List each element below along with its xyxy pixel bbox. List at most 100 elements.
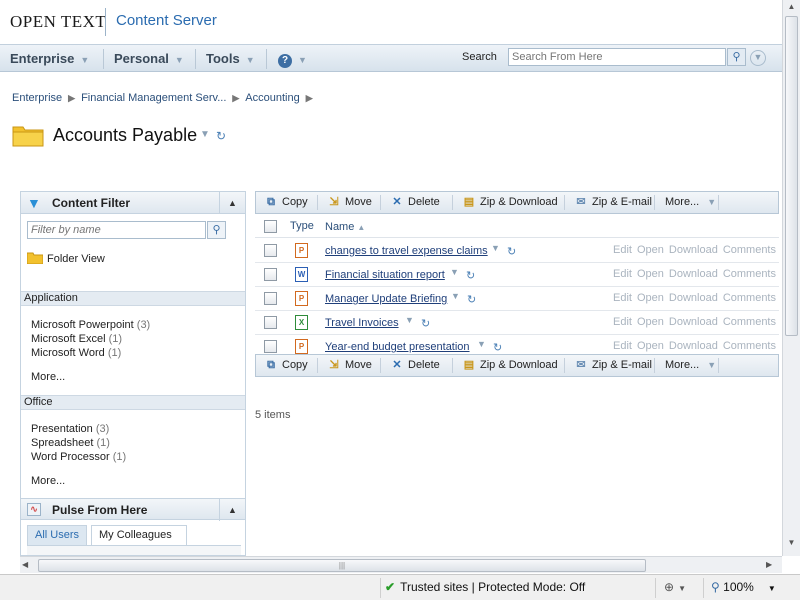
chevron-down-icon[interactable]: ▼: [200, 129, 210, 140]
facet-header-application[interactable]: Application: [21, 291, 245, 306]
select-all-checkbox[interactable]: [264, 220, 277, 233]
horizontal-scrollbar[interactable]: ◀ ||| ▶: [20, 556, 782, 573]
copy-button[interactable]: ⧉ Copy: [259, 355, 312, 376]
collapse-button[interactable]: ▲: [219, 499, 245, 521]
comments-action[interactable]: Comments: [723, 316, 776, 328]
table-row[interactable]: W Financial situation report ▼ ↻ Edit Open Dow…: [255, 263, 779, 287]
scroll-thumb[interactable]: [785, 16, 798, 336]
refresh-icon[interactable]: ↻: [466, 269, 475, 282]
more-menu-button[interactable]: More... ▼: [661, 192, 720, 213]
edit-action[interactable]: Edit: [613, 268, 632, 280]
more-menu-button[interactable]: More... ▼: [661, 355, 720, 376]
document-name-link[interactable]: Year-end budget presentation: [325, 341, 470, 353]
chevron-down-icon[interactable]: ▼: [405, 315, 414, 325]
comments-action[interactable]: Comments: [723, 340, 776, 352]
scroll-right-icon[interactable]: ▶: [766, 560, 772, 569]
comments-action[interactable]: Comments: [723, 244, 776, 256]
tab-my-colleagues[interactable]: My Colleagues: [91, 525, 187, 545]
vertical-scrollbar[interactable]: ▲ ▼: [782, 0, 800, 556]
table-row[interactable]: X Travel Invoices ▼ ↻ Edit Open Download Commen…: [255, 311, 779, 335]
more-link[interactable]: More...: [31, 475, 65, 487]
column-type[interactable]: Type: [290, 220, 314, 232]
menu-help[interactable]: ? ▼: [268, 45, 317, 73]
menu-enterprise[interactable]: Enterprise ▼: [0, 45, 99, 73]
move-button[interactable]: ⇲ Move: [322, 192, 376, 213]
move-button[interactable]: ⇲ Move: [322, 355, 376, 376]
search-button[interactable]: ⚲: [727, 48, 746, 66]
breadcrumb-financial-management[interactable]: Financial Management Serv...: [81, 92, 226, 104]
menu-tools[interactable]: Tools ▼: [196, 45, 265, 73]
edit-action[interactable]: Edit: [613, 292, 632, 304]
tab-all-users[interactable]: All Users: [27, 525, 87, 545]
download-action[interactable]: Download: [669, 340, 718, 352]
document-name-link[interactable]: Financial situation report: [325, 269, 445, 281]
zip-download-button[interactable]: ▤ Zip & Download: [457, 355, 562, 376]
download-action[interactable]: Download: [669, 244, 718, 256]
comments-action[interactable]: Comments: [723, 268, 776, 280]
facet-item[interactable]: Spreadsheet (1): [31, 437, 110, 449]
delete-button[interactable]: ✕ Delete: [385, 355, 444, 376]
open-action[interactable]: Open: [637, 340, 664, 352]
row-checkbox[interactable]: [264, 340, 277, 353]
collapse-button[interactable]: ▲: [219, 192, 245, 214]
facet-header-office[interactable]: Office: [21, 395, 245, 410]
table-row[interactable]: P Manager Update Briefing ▼ ↻ Edit Open Downlo…: [255, 287, 779, 311]
table-row[interactable]: Pchanges to travel expense claims ▼ ↻ Edit O…: [255, 239, 779, 263]
more-link[interactable]: More...: [31, 371, 65, 383]
row-checkbox[interactable]: [264, 316, 277, 329]
edit-action[interactable]: Edit: [613, 244, 632, 256]
chevron-down-icon[interactable]: ▼: [477, 339, 486, 349]
edit-action[interactable]: Edit: [613, 316, 632, 328]
facet-item[interactable]: Microsoft Word (1): [31, 347, 121, 359]
open-action[interactable]: Open: [637, 268, 664, 280]
document-name-link[interactable]: Travel Invoices: [325, 317, 399, 329]
zip-download-button[interactable]: ▤ Zip & Download: [457, 192, 562, 213]
breadcrumb-enterprise[interactable]: Enterprise: [12, 92, 62, 104]
delete-button[interactable]: ✕ Delete: [385, 192, 444, 213]
zip-email-button[interactable]: ✉ Zip & E-mail: [569, 355, 656, 376]
opentext-logo[interactable]: OPEN TEXT: [10, 12, 106, 32]
facet-item[interactable]: Microsoft Excel (1): [31, 333, 122, 345]
comments-action[interactable]: Comments: [723, 292, 776, 304]
zip-email-button[interactable]: ✉ Zip & E-mail: [569, 192, 656, 213]
refresh-icon[interactable]: ↻: [467, 293, 476, 306]
chevron-down-icon[interactable]: ▼: [451, 291, 460, 301]
protected-mode-button[interactable]: ⊕ ▼: [664, 580, 686, 594]
edit-action[interactable]: Edit: [613, 340, 632, 352]
refresh-icon[interactable]: ↻: [216, 129, 226, 143]
facet-item[interactable]: Word Processor (1): [31, 451, 126, 463]
row-checkbox[interactable]: [264, 292, 277, 305]
refresh-icon[interactable]: ↻: [507, 245, 516, 258]
menu-personal[interactable]: Personal ▼: [104, 45, 194, 73]
filter-by-name-input[interactable]: [27, 221, 206, 239]
scroll-thumb[interactable]: |||: [38, 559, 646, 572]
document-name-link[interactable]: Manager Update Briefing: [325, 293, 447, 305]
facet-item[interactable]: Microsoft Powerpoint (3): [31, 319, 150, 331]
refresh-icon[interactable]: ↻: [421, 317, 430, 330]
row-checkbox[interactable]: [264, 244, 277, 257]
scroll-left-icon[interactable]: ◀: [22, 560, 28, 569]
row-checkbox[interactable]: [264, 268, 277, 281]
scroll-up-icon[interactable]: ▲: [785, 2, 798, 16]
folder-view-link[interactable]: Folder View: [26, 252, 105, 265]
document-name-link[interactable]: changes to travel expense claims: [325, 245, 488, 257]
zoom-control[interactable]: ⚲ 100% ▼: [711, 580, 776, 594]
chevron-down-icon[interactable]: ▼: [491, 243, 500, 253]
copy-button[interactable]: ⧉ Copy: [259, 192, 312, 213]
open-action[interactable]: Open: [637, 292, 664, 304]
download-action[interactable]: Download: [669, 316, 718, 328]
search-options-button[interactable]: ▼: [750, 50, 766, 66]
open-action[interactable]: Open: [637, 316, 664, 328]
search-input[interactable]: [508, 48, 726, 66]
breadcrumb-accounting[interactable]: Accounting: [245, 92, 299, 104]
refresh-icon[interactable]: ↻: [493, 341, 502, 354]
download-action[interactable]: Download: [669, 268, 718, 280]
chevron-down-icon[interactable]: ▼: [450, 267, 459, 277]
scroll-down-icon[interactable]: ▼: [785, 538, 798, 552]
download-action[interactable]: Download: [669, 292, 718, 304]
column-name[interactable]: Name ▲: [325, 221, 365, 233]
facet-item[interactable]: Presentation (3): [31, 423, 109, 435]
open-action[interactable]: Open: [637, 244, 664, 256]
security-zone[interactable]: ✔ Trusted sites | Protected Mode: Off: [385, 580, 585, 594]
filter-search-button[interactable]: ⚲: [207, 221, 226, 239]
